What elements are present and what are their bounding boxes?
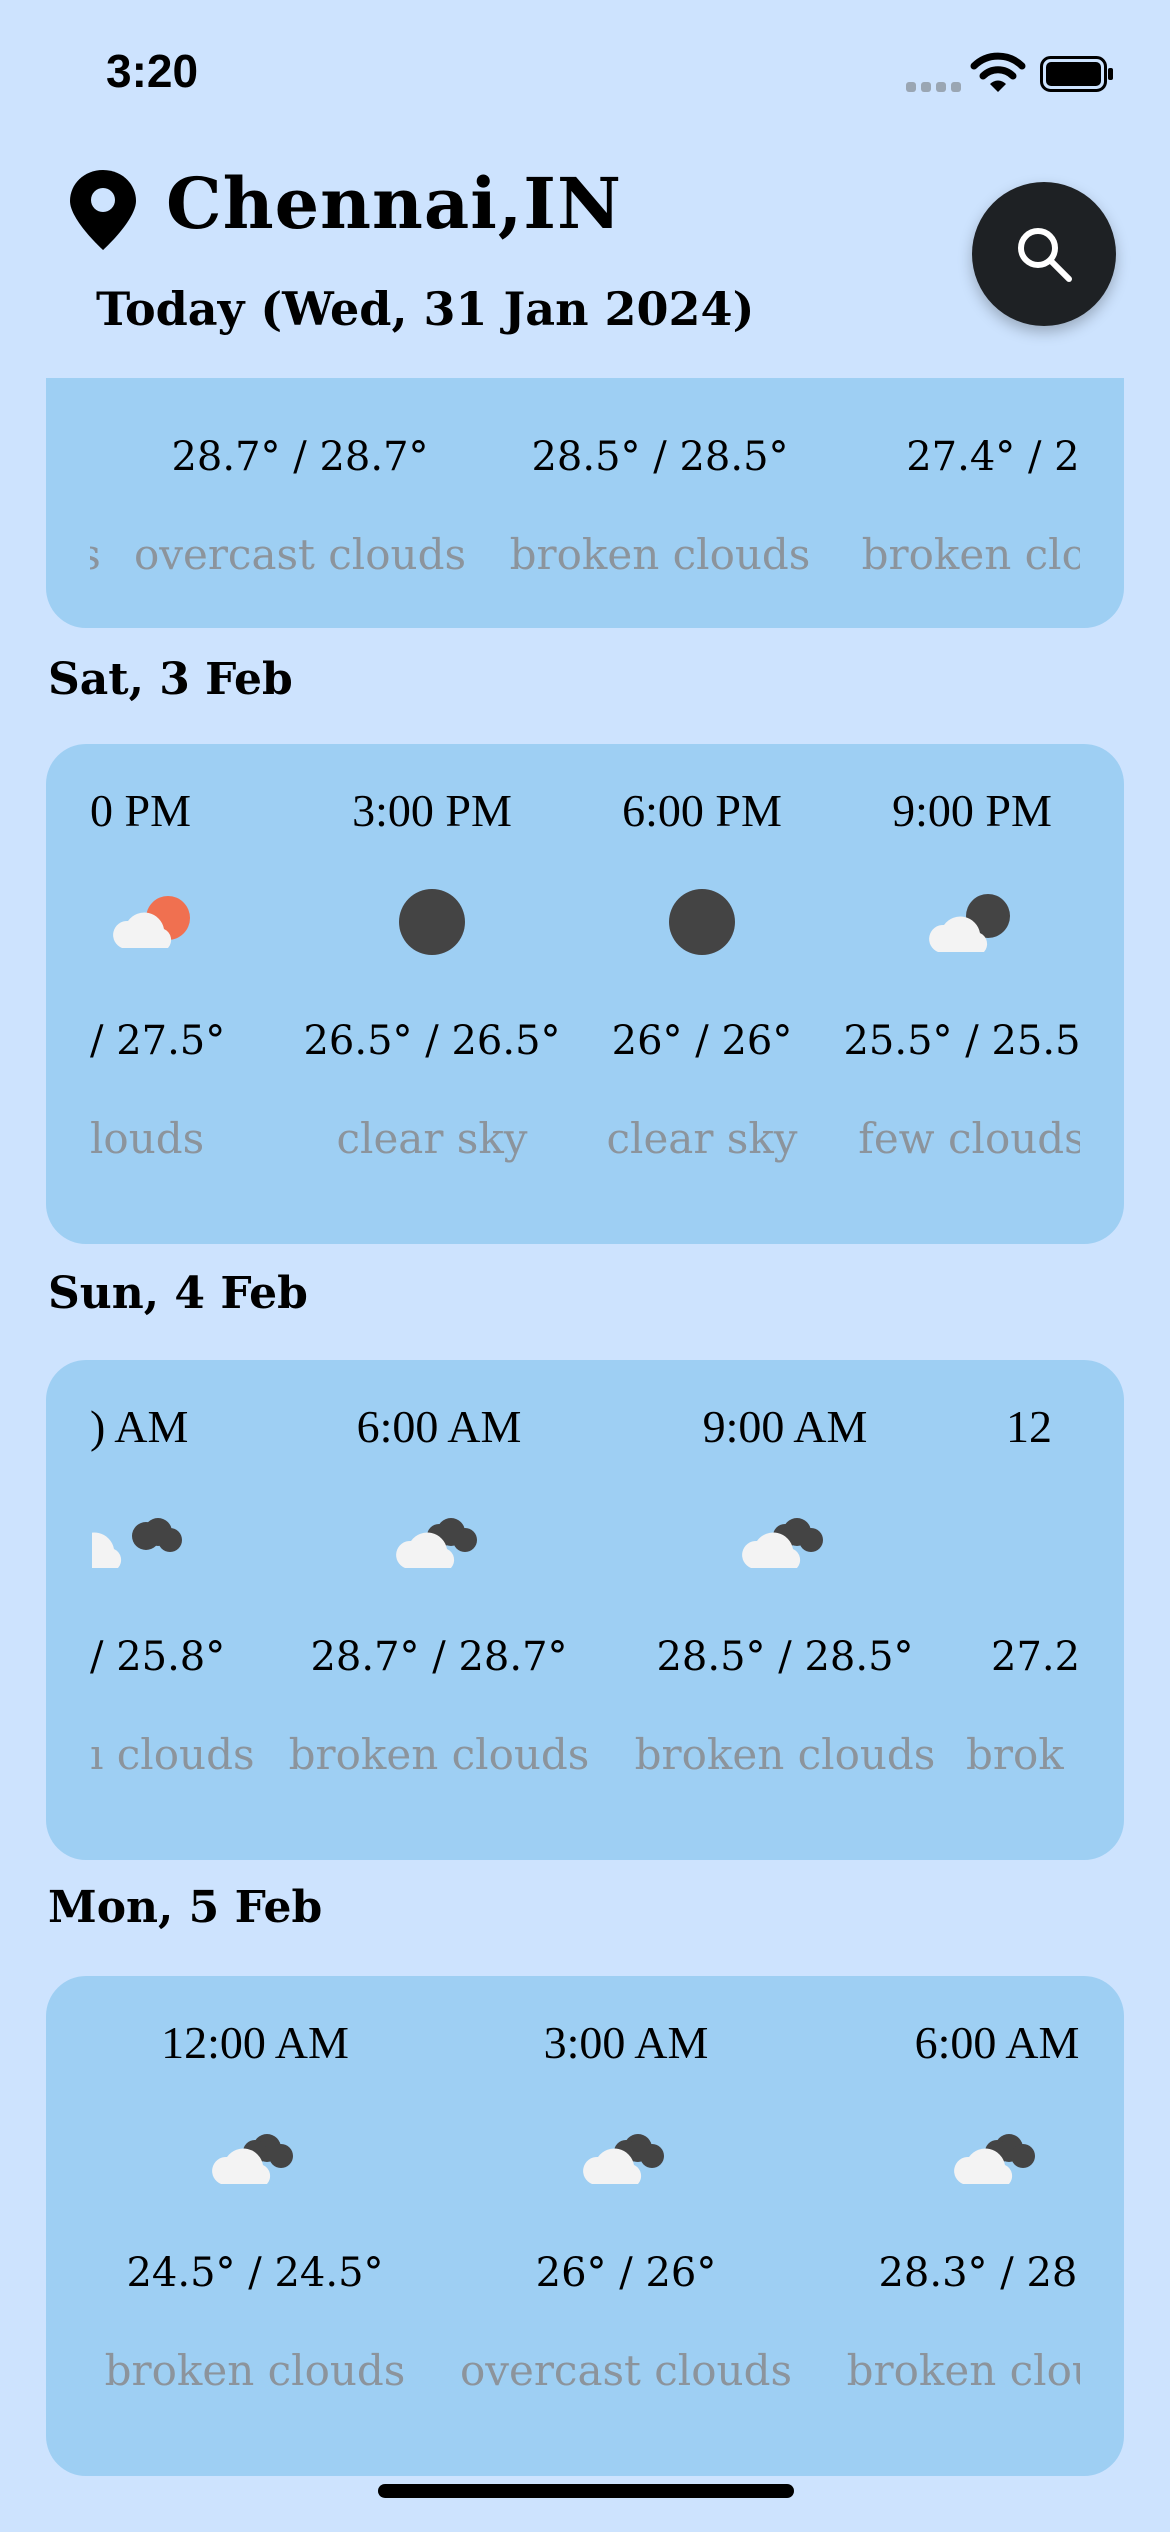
city-name: Chennai,IN	[166, 162, 622, 245]
temperature: 26.5° / 26.5°	[303, 1018, 561, 1064]
weather-description: brok	[966, 1730, 1064, 1779]
forecast-time: 3:00 AM	[543, 2017, 709, 2068]
weather-description: few clouds	[858, 1114, 1080, 1163]
few-clouds-night-icon	[929, 894, 1010, 952]
temperature: / 27.5°	[90, 1018, 226, 1064]
temperature: 27.2	[991, 1634, 1080, 1680]
broken-clouds-icon	[742, 1518, 823, 1568]
temperature: 28.3° / 28.3	[878, 2250, 1080, 2296]
cellular-signal-icon	[906, 82, 961, 92]
battery-icon	[1040, 56, 1113, 92]
forecast-card-today[interactable]: s 28.7° / 28.7° overcast clouds 28.5° / …	[46, 378, 1124, 628]
weather-description: broken clouds	[861, 530, 1080, 579]
temperature: / 25.8°	[90, 1634, 226, 1680]
weather-description: broken clouds	[104, 2346, 406, 2395]
forecast-time: 9:00 AM	[702, 1401, 868, 1452]
search-icon	[1018, 228, 1072, 282]
weather-description: ı clouds	[90, 1730, 255, 1779]
forecast-row[interactable]: s 28.7° / 28.7° overcast clouds 28.5° / …	[90, 378, 1080, 628]
forecast-card-sat[interactable]: 0 PM / 27.5° louds 3:00 PM 26.5° / 26.5°…	[46, 744, 1124, 1244]
forecast-card-sun[interactable]: ) AM / 25.8° ı clouds 6:00 AM 28.7° / 28…	[46, 1360, 1124, 1860]
forecast-time: ) AM	[90, 1401, 189, 1452]
forecast-time: 12	[1006, 1401, 1052, 1452]
today-date: Today (Wed, 31 Jan 2024)	[96, 282, 755, 336]
temperature: 26° / 26°	[611, 1018, 793, 1064]
forecast-card-mon[interactable]: 12:00 AM 24.5° / 24.5° broken clouds 3:0…	[46, 1976, 1124, 2476]
status-time: 3:20	[106, 45, 199, 97]
home-indicator[interactable]	[378, 2484, 794, 2498]
forecast-row[interactable]: ) AM / 25.8° ı clouds 6:00 AM 28.7° / 28…	[90, 1360, 1080, 1860]
temperature: 27.4° / 27.	[906, 434, 1080, 480]
forecast-time: 0 PM	[90, 785, 191, 836]
forecast-time: 6:00 AM	[356, 1401, 522, 1452]
broken-clouds-icon	[583, 2134, 664, 2184]
search-button[interactable]	[972, 182, 1116, 326]
weather-description: overcast clouds	[133, 530, 467, 579]
weather-description: broken clouds	[634, 1730, 936, 1779]
day-label: Mon, 5 Feb	[48, 1882, 323, 1933]
forecast-time: 6:00 AM	[914, 2017, 1080, 2068]
forecast-row[interactable]: 0 PM / 27.5° louds 3:00 PM 26.5° / 26.5°…	[90, 744, 1080, 1244]
broken-clouds-icon	[92, 1518, 182, 1568]
weather-description: clear sky	[336, 1114, 528, 1163]
forecast-time: 9:00 PM	[892, 785, 1052, 836]
weather-description: broken clouds	[509, 530, 811, 579]
day-label: Sun, 4 Feb	[48, 1268, 308, 1319]
weather-description: s	[90, 530, 120, 579]
clear-night-icon	[669, 889, 735, 955]
weather-description: louds	[90, 1114, 205, 1163]
partly-sunny-icon	[113, 896, 190, 948]
weather-description: overcast clouds	[459, 2346, 793, 2395]
temperature: 28.5° / 28.5°	[531, 434, 789, 480]
temperature: 24.5° / 24.5°	[126, 2250, 384, 2296]
wifi-icon	[970, 52, 1026, 92]
temperature: 28.5° / 28.5°	[656, 1634, 914, 1680]
forecast-time: 12:00 AM	[161, 2017, 349, 2068]
weather-description: broken clouds	[288, 1730, 590, 1779]
weather-description: broken clouds	[846, 2346, 1080, 2395]
temperature: 28.7° / 28.7°	[171, 434, 429, 480]
temperature: 28.7° / 28.7°	[310, 1634, 568, 1680]
broken-clouds-icon	[954, 2134, 1035, 2184]
forecast-row[interactable]: 12:00 AM 24.5° / 24.5° broken clouds 3:0…	[90, 1976, 1080, 2476]
broken-clouds-icon	[396, 1518, 477, 1568]
broken-clouds-icon	[212, 2134, 293, 2184]
clear-night-icon	[399, 889, 465, 955]
forecast-time: 3:00 PM	[352, 785, 512, 836]
temperature: 25.5° / 25.5°	[843, 1018, 1080, 1064]
location-pin-icon	[70, 170, 136, 250]
weather-description: clear sky	[606, 1114, 798, 1163]
day-label: Sat, 3 Feb	[48, 654, 293, 705]
forecast-time: 6:00 PM	[622, 785, 782, 836]
temperature: 26° / 26°	[535, 2250, 717, 2296]
